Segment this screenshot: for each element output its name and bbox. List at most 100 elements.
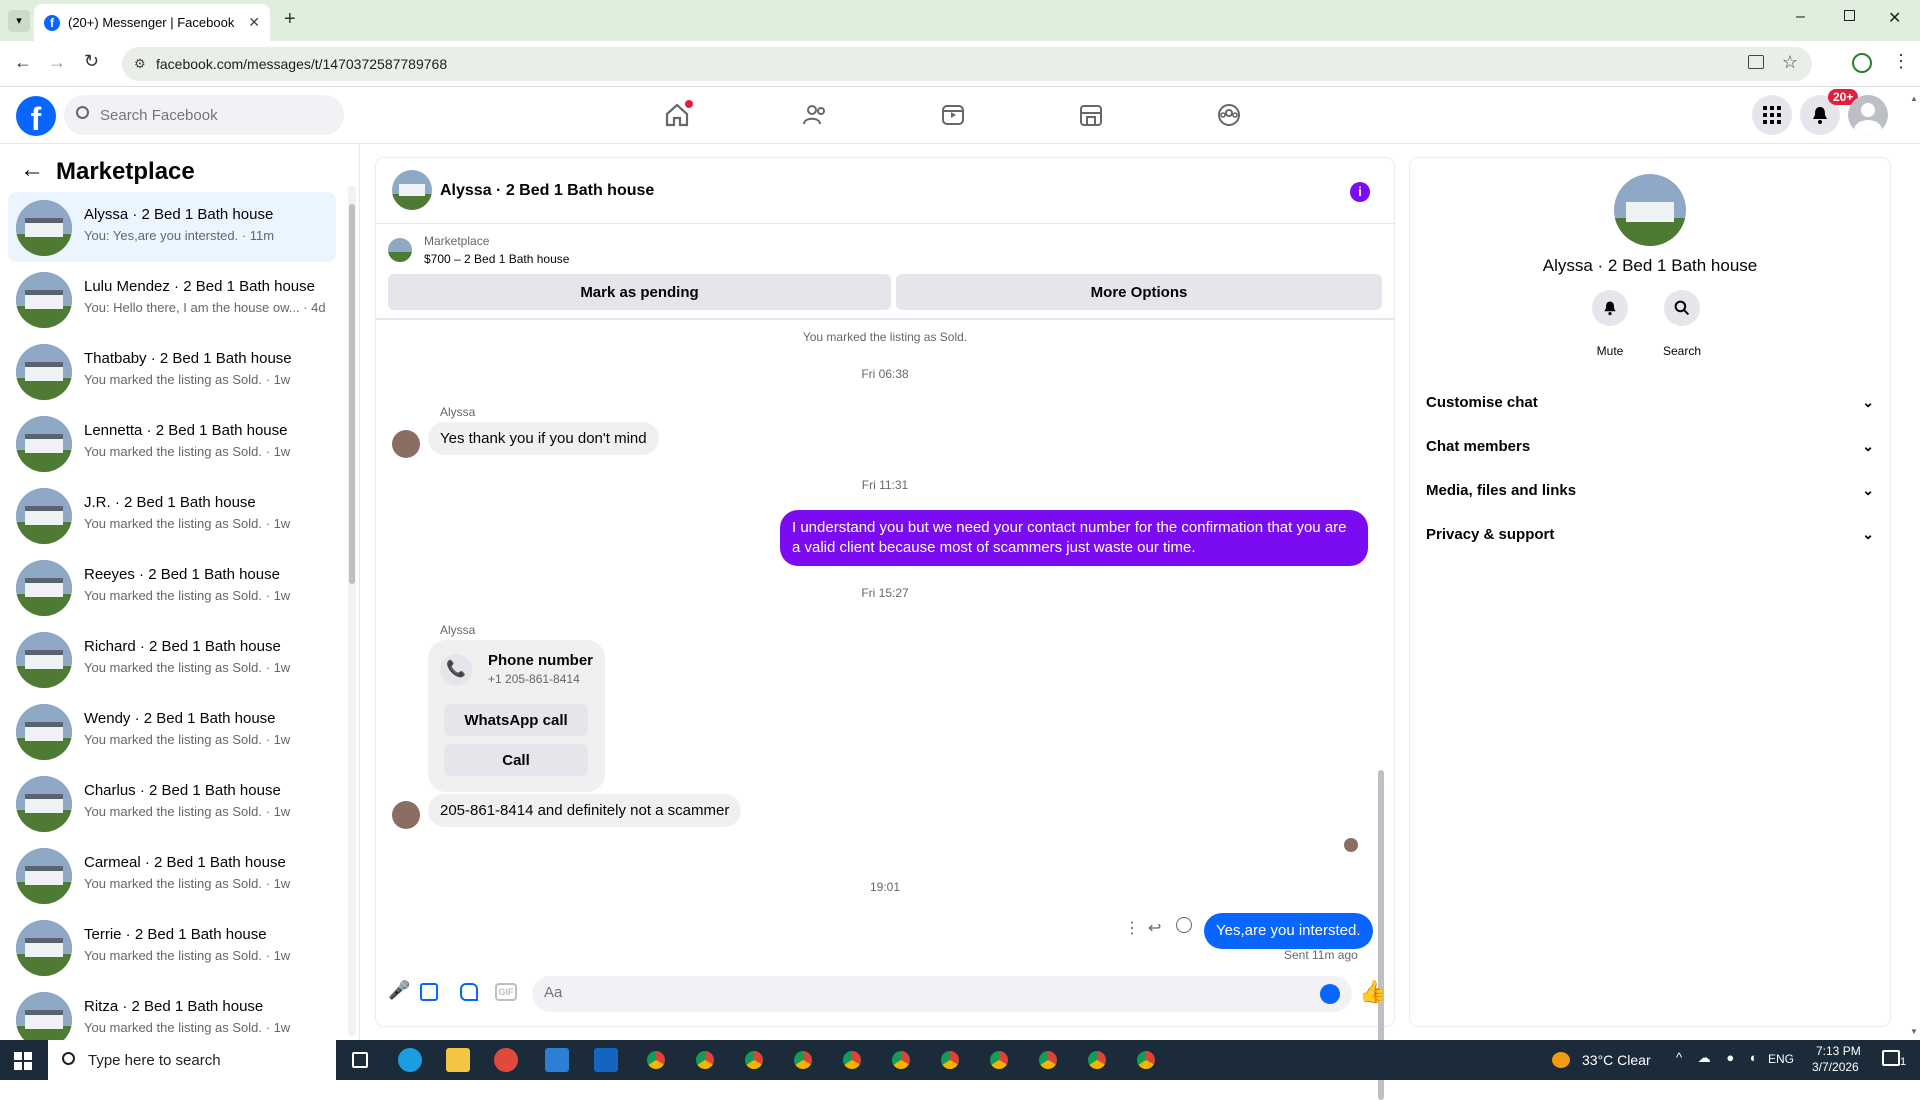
chrome-icon[interactable]: [987, 1048, 1011, 1072]
info-section-row[interactable]: Customise chat ⌄: [1426, 382, 1874, 422]
conversation-item[interactable]: Lulu Mendez · 2 Bed 1 Bath house You: Hel…: [8, 264, 336, 334]
video-icon[interactable]: [939, 101, 967, 129]
alyssa-avatar[interactable]: [392, 430, 420, 458]
listing-thumbnail[interactable]: [388, 238, 412, 262]
bookmark-star-icon[interactable]: ☆: [1782, 52, 1798, 73]
notification-center-icon[interactable]: [1882, 1050, 1900, 1066]
facebook-search-box[interactable]: [64, 95, 344, 135]
chat-title[interactable]: Alyssa · 2 Bed 1 Bath house: [440, 182, 654, 200]
react-emoji-icon[interactable]: [1176, 917, 1192, 933]
store-icon[interactable]: [545, 1048, 569, 1072]
tab-list-chevron-icon[interactable]: ▾: [8, 10, 30, 32]
browser-menu-icon[interactable]: ⋮: [1892, 51, 1910, 72]
restore-icon[interactable]: [1844, 10, 1855, 21]
facebook-logo-icon[interactable]: f: [16, 96, 56, 136]
chrome-icon[interactable]: [742, 1048, 766, 1072]
account-avatar[interactable]: [1848, 95, 1888, 135]
conversation-item[interactable]: Alyssa · 2 Bed 1 Bath house You: Yes,are …: [8, 192, 336, 262]
chat-header-avatar[interactable]: [392, 170, 432, 210]
site-info-icon[interactable]: ⚙: [134, 56, 146, 72]
back-arrow-icon[interactable]: ←: [20, 156, 44, 184]
mute-bell-icon[interactable]: [1592, 290, 1628, 326]
conversation-item[interactable]: Lennetta · 2 Bed 1 Bath house You marked …: [8, 408, 336, 478]
back-icon[interactable]: ←: [14, 52, 32, 73]
minimize-icon[interactable]: –: [1796, 8, 1805, 26]
like-thumbs-up-icon[interactable]: 👍: [1359, 979, 1386, 1005]
close-window-icon[interactable]: ✕: [1888, 8, 1901, 28]
listing-price[interactable]: $700 – 2 Bed 1 Bath house: [424, 252, 569, 266]
chat-scrollbar[interactable]: [1377, 324, 1385, 1100]
notifications-bell-icon[interactable]: 20+: [1800, 89, 1859, 135]
more-options-button[interactable]: More Options: [896, 274, 1382, 310]
address-bar[interactable]: ⚙ facebook.com/messages/t/14703725877897…: [122, 47, 1812, 81]
close-tab-icon[interactable]: ✕: [248, 14, 260, 31]
mark-as-pending-button[interactable]: Mark as pending: [388, 274, 891, 310]
new-tab-icon[interactable]: +: [284, 8, 296, 31]
browser-tab[interactable]: f (20+) Messenger | Facebook ✕: [34, 4, 270, 41]
incoming-message[interactable]: Yes thank you if you don't mind: [428, 422, 659, 455]
outgoing-message[interactable]: I understand you but we need your contac…: [780, 510, 1368, 566]
chrome-icon[interactable]: [644, 1048, 668, 1072]
reply-icon[interactable]: ↩: [1148, 918, 1161, 938]
profile-icon[interactable]: [1852, 53, 1872, 73]
info-section-row[interactable]: Media, files and links ⌄: [1426, 470, 1874, 510]
conversation-item[interactable]: Terrie · 2 Bed 1 Bath house You marked th…: [8, 912, 336, 982]
message-input[interactable]: [544, 984, 1304, 1001]
chrome-icon[interactable]: [693, 1048, 717, 1072]
sticker-icon[interactable]: [460, 983, 478, 1001]
clock-time[interactable]: 7:13 PM: [1816, 1044, 1861, 1058]
conversation-item[interactable]: Richard · 2 Bed 1 Bath house You marked t…: [8, 624, 336, 694]
chrome-icon[interactable]: [791, 1048, 815, 1072]
microphone-icon[interactable]: 🎤: [388, 980, 410, 1004]
page-scrollbar[interactable]: ▲ ▼: [1908, 90, 1920, 1040]
weather-icon[interactable]: [1552, 1052, 1570, 1068]
chrome-icon[interactable]: [938, 1048, 962, 1072]
gif-icon[interactable]: GIF: [495, 983, 517, 1001]
conversation-item[interactable]: Carmeal · 2 Bed 1 Bath house You marked t…: [8, 840, 336, 910]
friends-icon[interactable]: [801, 101, 829, 129]
conversation-item[interactable]: Thatbaby · 2 Bed 1 Bath house You marked …: [8, 336, 336, 406]
info-avatar[interactable]: [1614, 174, 1686, 246]
chrome-icon[interactable]: [889, 1048, 913, 1072]
chrome-icon[interactable]: [1036, 1048, 1060, 1072]
message-composer[interactable]: [532, 976, 1352, 1012]
chrome-icon[interactable]: [840, 1048, 864, 1072]
home-icon[interactable]: [663, 100, 693, 129]
chrome-icon[interactable]: [1134, 1048, 1158, 1072]
info-section-row[interactable]: Privacy & support ⌄: [1426, 514, 1874, 554]
taskbar-search[interactable]: Type here to search: [48, 1040, 336, 1080]
attach-photo-icon[interactable]: [420, 983, 438, 1001]
whatsapp-call-button[interactable]: WhatsApp call: [444, 704, 588, 736]
task-view-icon[interactable]: [352, 1052, 368, 1068]
search-in-chat-icon[interactable]: [1664, 290, 1700, 326]
info-section-row[interactable]: Chat members ⌄: [1426, 426, 1874, 466]
phone-number-card[interactable]: 📞 Phone number +1 205-861-8414 WhatsApp …: [428, 640, 605, 792]
app-icon[interactable]: [494, 1048, 518, 1072]
system-tray-icons[interactable]: ^ ☁ ● ◐: [1676, 1050, 1764, 1066]
conversation-item[interactable]: J.R. · 2 Bed 1 Bath house You marked the …: [8, 480, 336, 550]
call-button[interactable]: Call: [444, 744, 588, 776]
facebook-search-input[interactable]: [100, 106, 320, 124]
alyssa-avatar[interactable]: [392, 801, 420, 829]
outlook-icon[interactable]: [594, 1048, 618, 1072]
reload-icon[interactable]: ↻: [84, 51, 99, 72]
windows-start-icon[interactable]: [14, 1052, 32, 1070]
conversation-item[interactable]: Charlus · 2 Bed 1 Bath house You marked t…: [8, 768, 336, 838]
clock-date[interactable]: 3/7/2026: [1812, 1060, 1859, 1074]
emoji-icon[interactable]: [1320, 984, 1340, 1004]
more-actions-icon[interactable]: ⋮: [1124, 918, 1140, 938]
menu-grid-icon[interactable]: [1752, 95, 1792, 135]
file-explorer-icon[interactable]: [446, 1048, 470, 1072]
edge-icon[interactable]: [398, 1048, 422, 1072]
conversation-item[interactable]: Wendy · 2 Bed 1 Bath house You marked the…: [8, 696, 336, 766]
install-app-icon[interactable]: [1748, 55, 1764, 69]
conversation-info-icon[interactable]: i: [1350, 182, 1370, 202]
weather-text[interactable]: 33°C Clear: [1582, 1052, 1651, 1068]
sidebar-scrollbar[interactable]: [348, 186, 356, 1036]
incoming-message[interactable]: 205-861-8414 and definitely not a scamme…: [428, 794, 742, 827]
conversation-item[interactable]: Reeyes · 2 Bed 1 Bath house You marked th…: [8, 552, 336, 622]
outgoing-message[interactable]: Yes,are you intersted.: [1204, 913, 1373, 949]
groups-icon[interactable]: [1215, 101, 1243, 129]
marketplace-icon[interactable]: [1077, 101, 1105, 129]
chrome-icon[interactable]: [1085, 1048, 1109, 1072]
